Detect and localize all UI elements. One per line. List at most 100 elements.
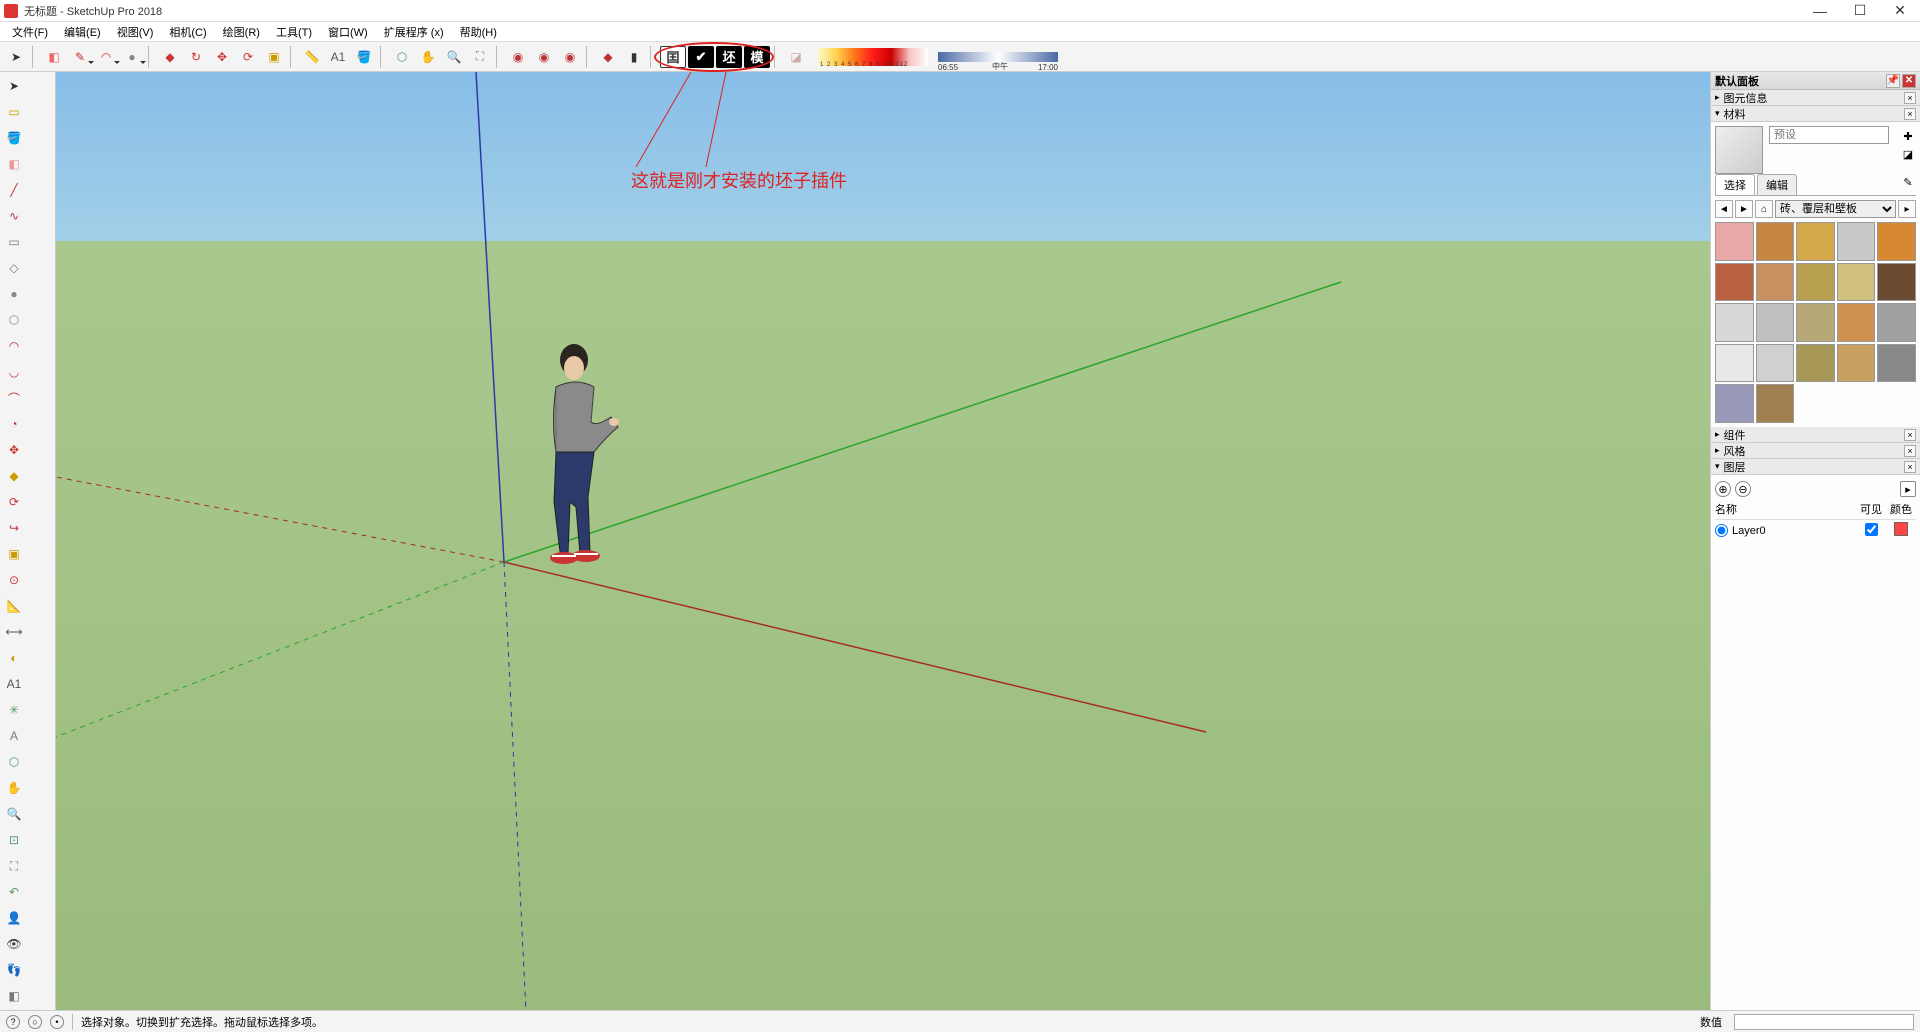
ext1-icon[interactable]: ◆ (596, 45, 620, 69)
rotate2-icon[interactable]: ⟳ (2, 490, 26, 514)
status-user-icon[interactable]: • (50, 1015, 64, 1029)
material-swatch[interactable] (1756, 303, 1795, 342)
material-swatch[interactable] (1796, 303, 1835, 342)
freehand-icon[interactable]: ∿ (2, 204, 26, 228)
section-close-icon[interactable]: × (1904, 445, 1916, 457)
menu-item[interactable]: 编辑(E) (56, 22, 109, 42)
arc-tool-icon[interactable]: ◠ (94, 45, 118, 69)
material-swatch[interactable] (1796, 222, 1835, 261)
menu-item[interactable]: 工具(T) (268, 22, 320, 42)
warehouse1-icon[interactable]: ◉ (506, 45, 530, 69)
text2-icon[interactable]: A1 (2, 672, 26, 696)
tape2-icon[interactable]: 📐 (2, 594, 26, 618)
material-swatch[interactable] (1837, 303, 1876, 342)
material-swatch[interactable] (1877, 303, 1916, 342)
material-swatch[interactable] (1756, 344, 1795, 383)
layers-section[interactable]: 图层 × (1711, 459, 1920, 475)
pie-icon[interactable]: ◔ (2, 412, 26, 436)
material-swatch[interactable] (1877, 344, 1916, 383)
paint-icon[interactable]: 🪣 (352, 45, 376, 69)
material-swatch[interactable] (1837, 222, 1876, 261)
look-icon[interactable]: 👁 (2, 932, 26, 956)
select-icon[interactable]: ➤ (2, 74, 26, 98)
nav-home-icon[interactable]: ⌂ (1755, 200, 1773, 218)
entity-info-section[interactable]: 图元信息 × (1711, 90, 1920, 106)
nav-menu-icon[interactable]: ▸ (1898, 200, 1916, 218)
warehouse3-icon[interactable]: ◉ (558, 45, 582, 69)
followme-icon[interactable]: ↪ (2, 516, 26, 540)
polygon-icon[interactable]: ⬡ (2, 308, 26, 332)
material-swatch[interactable] (1877, 222, 1916, 261)
layer-row[interactable]: Layer0 (1715, 520, 1916, 541)
material-swatch[interactable] (1837, 263, 1876, 302)
move2-icon[interactable]: ✥ (2, 438, 26, 462)
material-swatch[interactable] (1756, 384, 1795, 423)
menu-item[interactable]: 扩展程序 (x) (376, 22, 452, 42)
create-material-icon[interactable]: ✚ (1900, 128, 1916, 144)
minimize-button[interactable]: — (1800, 0, 1840, 22)
template-icon[interactable]: ▭ (2, 100, 26, 124)
eyedropper-icon[interactable]: ✎ (1900, 174, 1916, 190)
layer-menu-icon[interactable]: ▸ (1900, 481, 1916, 497)
scale-icon[interactable]: ▣ (262, 45, 286, 69)
material-swatch[interactable] (1715, 222, 1754, 261)
default-panel-header[interactable]: 默认面板 📌 ✕ (1711, 72, 1920, 90)
move-icon[interactable]: ✥ (210, 45, 234, 69)
section-close-icon[interactable]: × (1904, 461, 1916, 473)
rotate-icon[interactable]: ⟳ (236, 45, 260, 69)
styles-section[interactable]: 风格 × (1711, 443, 1920, 459)
menu-item[interactable]: 帮助(H) (452, 22, 505, 42)
zoomwin-icon[interactable]: ⊡ (2, 828, 26, 852)
menu-item[interactable]: 视图(V) (109, 22, 162, 42)
plugin-button-2[interactable]: 坯 (716, 46, 742, 68)
line-tool-icon[interactable]: ✎ (68, 45, 92, 69)
menu-item[interactable]: 相机(C) (161, 22, 214, 42)
offset2-icon[interactable]: ⊙ (2, 568, 26, 592)
zoom-icon[interactable]: 🔍 (442, 45, 466, 69)
layer-active-radio[interactable] (1715, 524, 1728, 537)
section-close-icon[interactable]: × (1904, 429, 1916, 441)
material-category-select[interactable]: 砖、覆层和壁板 (1775, 200, 1896, 218)
section-close-icon[interactable]: × (1904, 108, 1916, 120)
materials-edit-tab[interactable]: 编辑 (1757, 174, 1797, 195)
offset-icon[interactable]: ↻ (184, 45, 208, 69)
pan-icon[interactable]: ✋ (416, 45, 440, 69)
plugin-button-1[interactable]: ✔ (688, 46, 714, 68)
prev-icon[interactable]: ↶ (2, 880, 26, 904)
material-swatch[interactable] (1715, 263, 1754, 302)
default-material-icon[interactable]: ◪ (1900, 146, 1916, 162)
layer-visible-checkbox[interactable] (1865, 523, 1878, 536)
menu-item[interactable]: 绘图(R) (215, 22, 268, 42)
panel-pin-icon[interactable]: 📌 (1886, 74, 1900, 88)
pos-cam-icon[interactable]: 👤 (2, 906, 26, 930)
tape-icon[interactable]: 📏 (300, 45, 324, 69)
zoomext2-icon[interactable]: ⛶ (2, 854, 26, 878)
eraser-misc-icon[interactable]: ◪ (784, 45, 808, 69)
warehouse2-icon[interactable]: ◉ (532, 45, 556, 69)
shape-tool-icon[interactable]: ● (120, 45, 144, 69)
walk-icon[interactable]: 👣 (2, 958, 26, 982)
zoom-ext-icon[interactable]: ⛶ (468, 45, 492, 69)
material-swatch[interactable] (1796, 344, 1835, 383)
section-close-icon[interactable]: × (1904, 92, 1916, 104)
text-icon[interactable]: A1 (326, 45, 350, 69)
scale2-icon[interactable]: ▣ (2, 542, 26, 566)
materials-section[interactable]: 材料 × (1711, 106, 1920, 122)
materials-select-tab[interactable]: 选择 (1715, 174, 1755, 195)
material-swatch[interactable] (1715, 303, 1754, 342)
add-layer-button[interactable]: ⊕ (1715, 481, 1731, 497)
material-preview[interactable] (1715, 126, 1763, 174)
viewport-3d[interactable]: 这就是刚才安装的坯子插件 (56, 72, 1710, 1010)
material-swatch[interactable] (1715, 344, 1754, 383)
close-button[interactable]: ✕ (1880, 0, 1920, 22)
layer-color-swatch[interactable] (1894, 522, 1908, 536)
material-swatch[interactable] (1756, 222, 1795, 261)
plugin-button-0[interactable]: 囯 (660, 46, 686, 68)
menu-item[interactable]: 文件(F) (4, 22, 56, 42)
material-swatch[interactable] (1796, 263, 1835, 302)
axes-icon[interactable]: ✳ (2, 698, 26, 722)
panel-close-icon[interactable]: ✕ (1902, 74, 1916, 88)
orbit2-icon[interactable]: ⬡ (2, 750, 26, 774)
remove-layer-button[interactable]: ⊖ (1735, 481, 1751, 497)
material-swatch[interactable] (1715, 384, 1754, 423)
